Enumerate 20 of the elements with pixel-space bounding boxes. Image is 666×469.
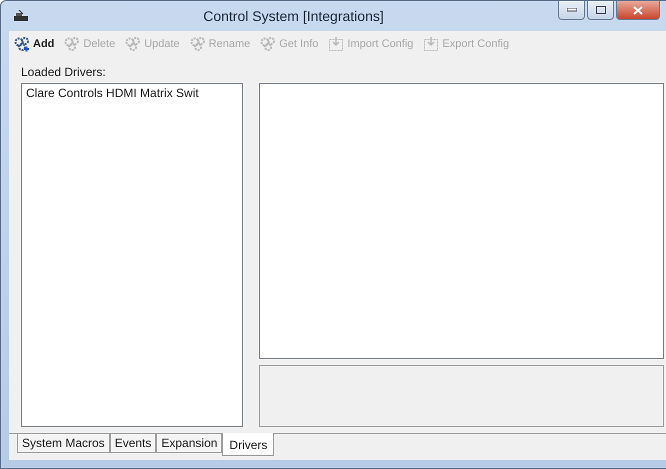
maximize-button[interactable] — [587, 1, 614, 20]
app-icon — [13, 10, 29, 22]
toolbar-button[interactable]: Add — [11, 36, 58, 52]
gears-icon — [190, 36, 206, 52]
tab[interactable]: Expansion — [156, 434, 222, 453]
tab[interactable]: System Macros — [17, 434, 110, 453]
tab[interactable]: Drivers — [222, 433, 274, 456]
close-button[interactable] — [616, 1, 660, 20]
gears-icon — [14, 36, 30, 52]
gears-icon — [125, 36, 142, 52]
tab[interactable]: Events — [110, 434, 156, 453]
loaded-drivers-label: Loaded Drivers: — [21, 65, 107, 81]
maximize-icon — [596, 6, 606, 14]
close-icon — [633, 6, 643, 14]
gears-icon — [260, 36, 276, 52]
driver-item[interactable]: Clare Controls HDMI Matrix Swit — [26, 86, 238, 100]
window-title: Control System [Integrations] — [202, 8, 385, 24]
minimize-button[interactable] — [558, 1, 585, 20]
minimize-icon — [566, 8, 576, 12]
gears-icon — [64, 36, 80, 52]
